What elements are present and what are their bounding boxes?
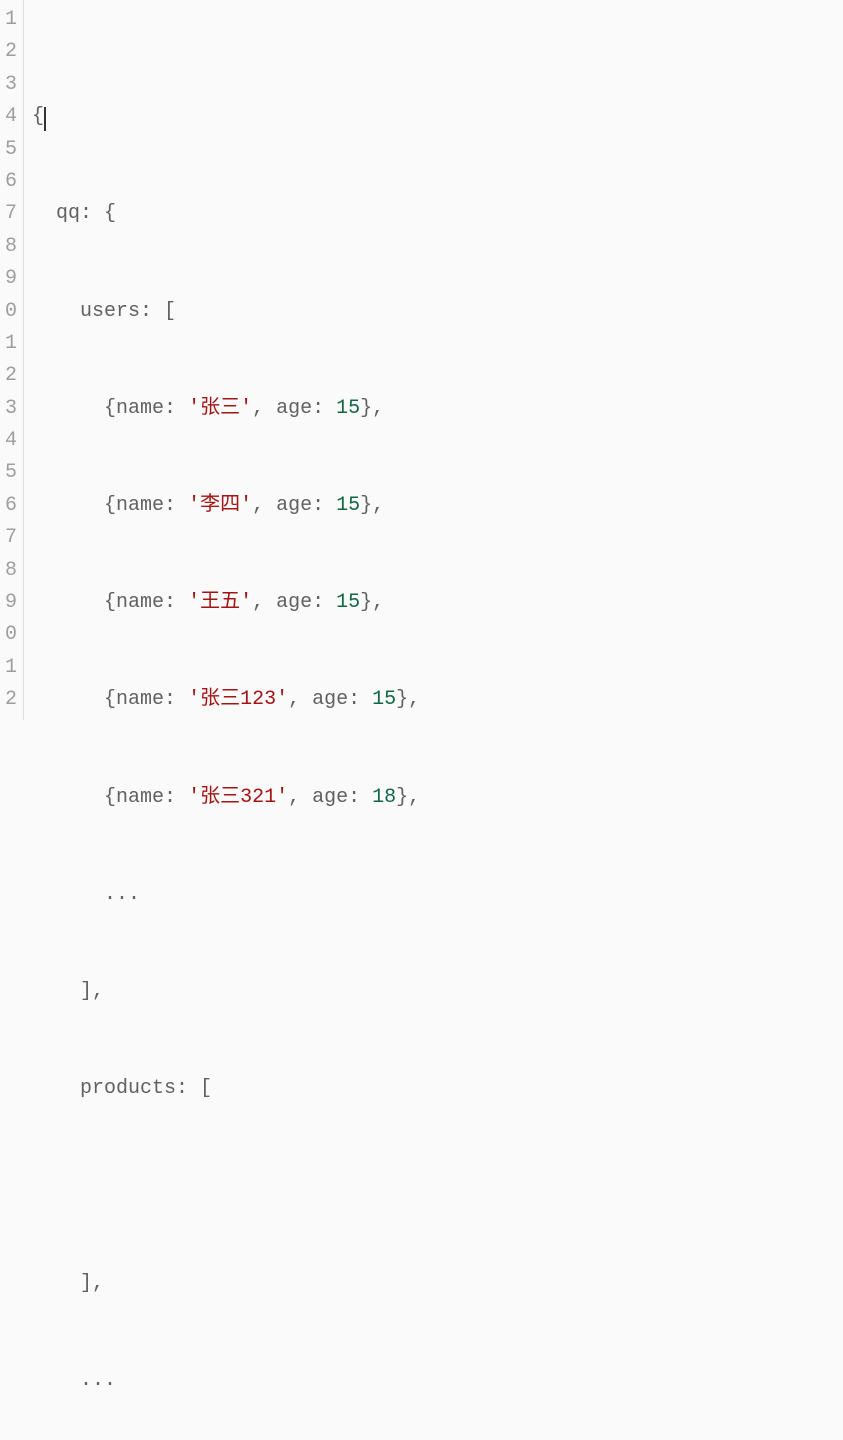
line-number: 0 [2, 619, 17, 651]
line-number: 3 [2, 393, 17, 425]
line-number-gutter: 1 2 3 4 5 6 7 8 9 0 1 2 3 4 5 6 7 8 9 0 … [0, 0, 24, 720]
line-number: 4 [2, 101, 17, 133]
line-number: 9 [2, 587, 17, 619]
line-number: 1 [2, 652, 17, 684]
line-number: 7 [2, 522, 17, 554]
line-number: 6 [2, 490, 17, 522]
code-line: ... [32, 1365, 843, 1397]
line-number: 5 [2, 134, 17, 166]
code-area[interactable]: { qq: { users: [ {name: '张三', age: 15}, … [24, 0, 843, 720]
code-line: users: [ [32, 296, 843, 328]
line-number: 9 [2, 263, 17, 295]
code-line: ... [32, 879, 843, 911]
line-number: 2 [2, 36, 17, 68]
code-line: { [32, 101, 843, 133]
code-line: {name: '王五', age: 15}, [32, 587, 843, 619]
code-line [32, 1170, 843, 1202]
line-number: 8 [2, 231, 17, 263]
code-line: ], [32, 976, 843, 1008]
line-number: 4 [2, 425, 17, 457]
code-editor[interactable]: 1 2 3 4 5 6 7 8 9 0 1 2 3 4 5 6 7 8 9 0 … [0, 0, 843, 720]
code-line: qq: { [32, 198, 843, 230]
text-cursor [44, 107, 46, 131]
line-number: 6 [2, 166, 17, 198]
code-line: ], [32, 1268, 843, 1300]
line-number: 8 [2, 555, 17, 587]
line-number: 2 [2, 360, 17, 392]
line-number: 0 [2, 296, 17, 328]
line-number: 2 [2, 684, 17, 716]
code-line: {name: '李四', age: 15}, [32, 490, 843, 522]
code-line: {name: '张三', age: 15}, [32, 393, 843, 425]
code-line: products: [ [32, 1073, 843, 1105]
line-number: 7 [2, 198, 17, 230]
code-line: {name: '张三321', age: 18}, [32, 782, 843, 814]
code-line: {name: '张三123', age: 15}, [32, 684, 843, 716]
line-number: 5 [2, 457, 17, 489]
line-number: 3 [2, 69, 17, 101]
line-number: 1 [2, 328, 17, 360]
line-number: 1 [2, 4, 17, 36]
